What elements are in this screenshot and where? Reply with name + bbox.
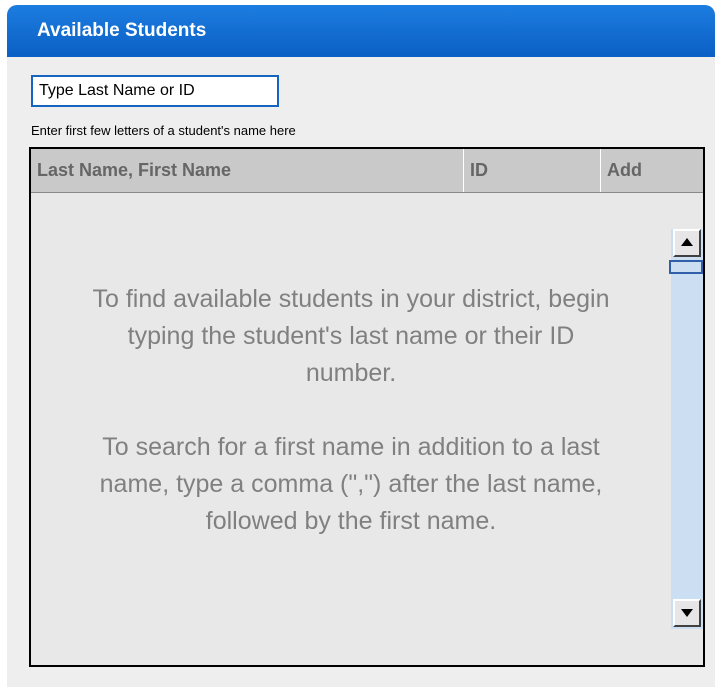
grid-header: Last Name, First Name ID Add: [31, 149, 703, 193]
search-input[interactable]: [31, 75, 279, 107]
triangle-down-icon: [681, 609, 693, 617]
scroll-thumb[interactable]: [669, 260, 703, 274]
scroll-down-button[interactable]: [673, 599, 701, 627]
empty-state-instruction: To find available students in your distr…: [92, 285, 610, 387]
column-header-id[interactable]: ID: [464, 149, 601, 192]
panel-title: Available Students: [7, 5, 715, 57]
empty-state-message: To find available students in your distr…: [31, 281, 671, 577]
grid-body: To find available students in your distr…: [31, 193, 671, 665]
scroll-up-button[interactable]: [673, 229, 701, 257]
students-grid: Last Name, First Name ID Add To find ava…: [29, 147, 705, 667]
column-header-name[interactable]: Last Name, First Name: [31, 149, 464, 192]
empty-state-first-name-instruction: To search for a first name in addition t…: [99, 433, 603, 535]
search-hint: Enter first few letters of a student's n…: [31, 123, 296, 138]
vertical-scrollbar[interactable]: [669, 229, 703, 629]
column-header-add[interactable]: Add: [601, 149, 703, 192]
available-students-panel: Available Students Enter first few lette…: [7, 5, 715, 687]
triangle-up-icon: [681, 238, 693, 246]
